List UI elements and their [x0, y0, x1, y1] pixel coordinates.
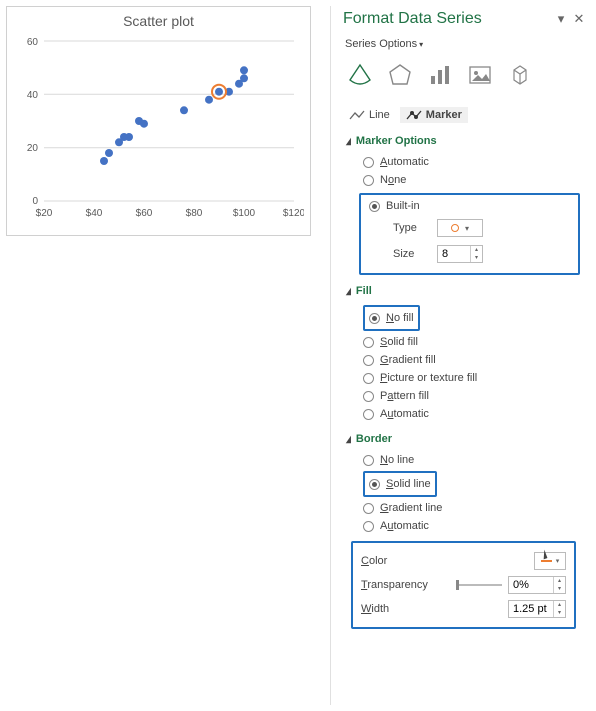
fill-line-icon[interactable]: [347, 62, 373, 93]
transparency-slider[interactable]: [456, 584, 502, 586]
series-options-menu[interactable]: Series Options▾: [345, 38, 588, 50]
color-label: Color: [361, 555, 534, 567]
transparency-input[interactable]: ▴▾: [508, 576, 566, 594]
width-label: Width: [361, 603, 508, 615]
series-options-icon[interactable]: [427, 62, 453, 93]
fill-no-fill-radio[interactable]: No fill: [369, 309, 414, 327]
svg-text:$20: $20: [35, 208, 52, 219]
svg-text:$40: $40: [85, 208, 102, 219]
tab-line[interactable]: Line: [343, 107, 396, 123]
marker-size-input[interactable]: ▴▾: [437, 245, 483, 263]
svg-text:60: 60: [26, 37, 38, 48]
transparency-label: Transparency: [361, 579, 456, 591]
svg-text:$60: $60: [135, 208, 152, 219]
format-pane: Format Data Series ▾ ✕ Series Options▾ L…: [330, 6, 588, 705]
chart-title: Scatter plot: [7, 7, 310, 31]
svg-text:$80: $80: [185, 208, 202, 219]
svg-text:40: 40: [26, 90, 38, 101]
spin-up-icon[interactable]: ▴: [471, 246, 482, 254]
marker-builtin-radio[interactable]: Built-in: [365, 197, 574, 215]
marker-type-dropdown[interactable]: ▾: [437, 219, 483, 237]
border-automatic-radio[interactable]: Automatic: [363, 517, 588, 535]
effects-icon[interactable]: [387, 62, 413, 93]
svg-text:20: 20: [26, 143, 38, 154]
fill-picture-radio[interactable]: Picture or texture fill: [363, 369, 588, 387]
size-label: Size: [393, 248, 437, 260]
width-input[interactable]: ▴▾: [508, 600, 566, 618]
marker-none-radio[interactable]: None: [363, 171, 588, 189]
fill-gradient-radio[interactable]: Gradient fill: [363, 351, 588, 369]
pane-title: Format Data Series: [343, 10, 552, 28]
svg-text:$100: $100: [232, 208, 255, 219]
picture-icon[interactable]: [467, 62, 493, 93]
fill-automatic-radio[interactable]: Automatic: [363, 405, 588, 423]
marker-options-header[interactable]: ◢Marker Options: [343, 127, 588, 151]
border-solid-line-radio[interactable]: Solid line: [369, 475, 431, 493]
border-no-line-radio[interactable]: No line: [363, 451, 588, 469]
type-label: Type: [393, 222, 437, 234]
svg-text:$120: $120: [282, 208, 303, 219]
pane-dropdown-icon[interactable]: ▾: [552, 11, 570, 27]
spin-down-icon[interactable]: ▾: [471, 254, 482, 262]
border-color-dropdown[interactable]: ▾: [534, 552, 566, 570]
fill-solid-radio[interactable]: Solid fill: [363, 333, 588, 351]
chart-plot[interactable]: 0 20 40 60 $20 $40 $60 $80 $100 $120: [14, 31, 304, 226]
marker-automatic-radio[interactable]: Automatic: [363, 153, 588, 171]
chart-container[interactable]: Scatter plot 0 20 40 60 $20 $40 $60 $80 …: [6, 6, 311, 236]
border-gradient-line-radio[interactable]: Gradient line: [363, 499, 588, 517]
fill-header[interactable]: ◢Fill: [343, 277, 588, 301]
close-icon[interactable]: ✕: [570, 11, 588, 27]
fill-pattern-radio[interactable]: Pattern fill: [363, 387, 588, 405]
3d-icon[interactable]: [507, 62, 533, 93]
border-header[interactable]: ◢Border: [343, 425, 588, 449]
tab-marker[interactable]: Marker: [400, 107, 468, 123]
svg-text:0: 0: [32, 196, 38, 207]
